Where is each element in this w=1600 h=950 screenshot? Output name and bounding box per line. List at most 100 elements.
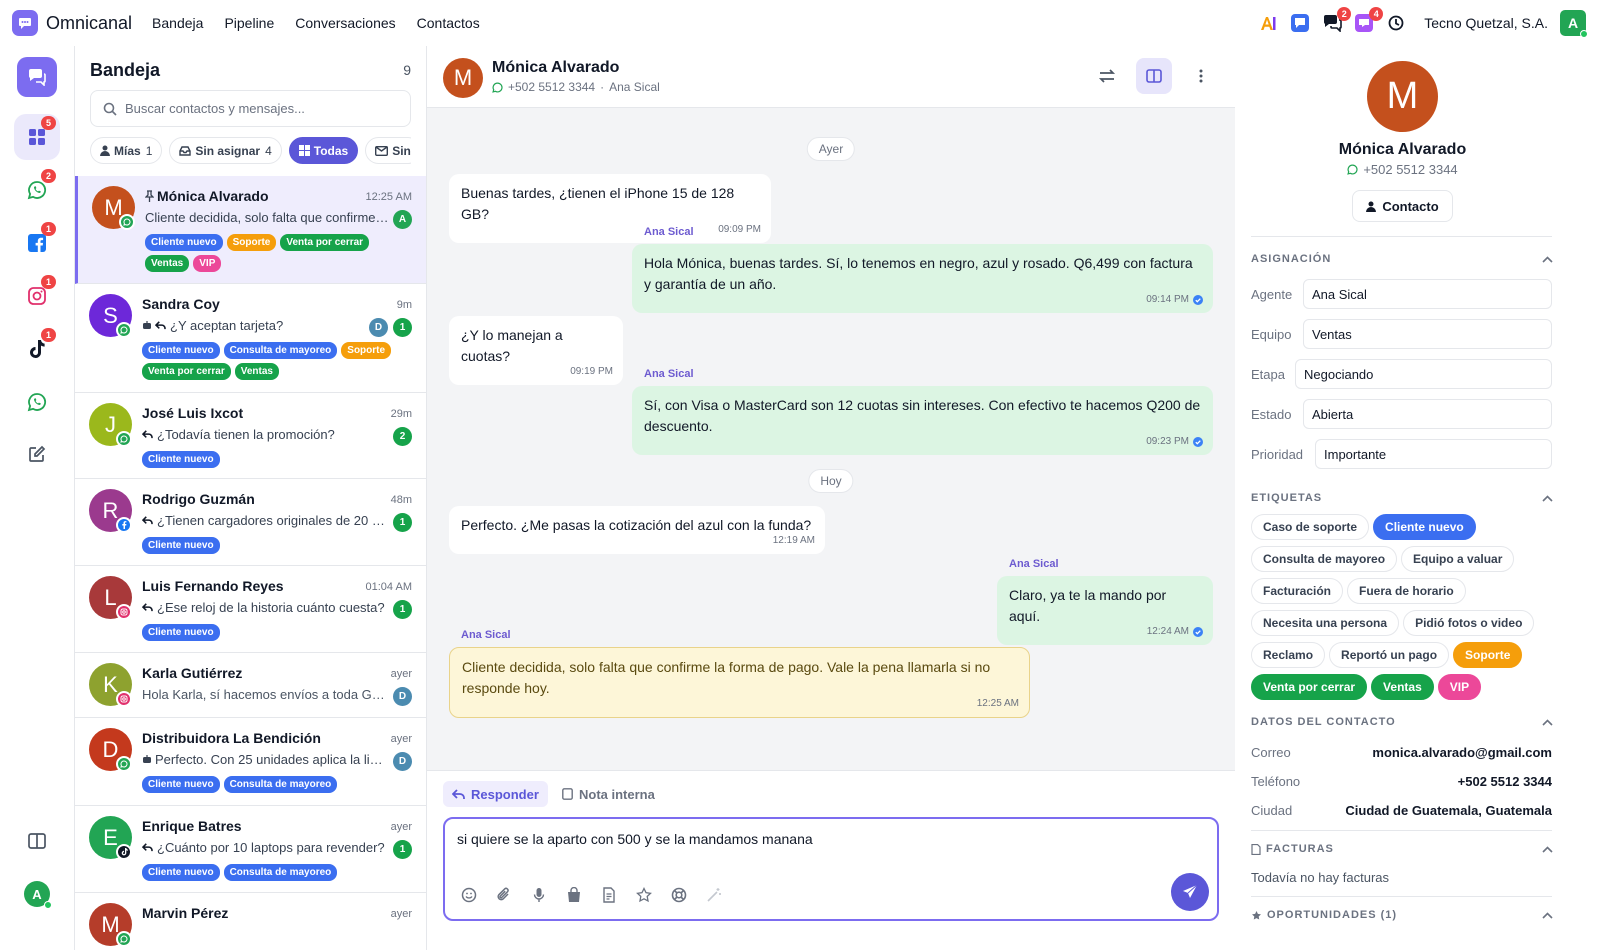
tag-toggle[interactable]: Facturación (1251, 578, 1344, 604)
conversation-item[interactable]: S Sandra Coy 9m ¿Y aceptan tarjeta? D 1 Client… (75, 284, 426, 393)
emoji-icon[interactable] (461, 887, 477, 903)
tag-toggle[interactable]: Pidió fotos o video (1403, 610, 1535, 636)
message-outgoing: Hola Mónica, buenas tardes. Sí, lo tenem… (632, 244, 1213, 313)
rail-inbox-badge: 5 (41, 116, 56, 130)
nav-bandeja[interactable]: Bandeja (152, 15, 203, 31)
ai-icon[interactable] (1258, 13, 1278, 33)
rail-facebook-button[interactable]: 1 (14, 220, 60, 266)
conversation-preview: ¿Todavía tienen la promoción? (142, 427, 387, 442)
section-assignment-header[interactable]: ASIGNACIÓN (1251, 253, 1553, 265)
toggle-sidebar-button[interactable] (1136, 58, 1172, 94)
rail-layout-button[interactable] (14, 818, 60, 864)
tab-internal-note[interactable]: Nota interna (553, 781, 664, 807)
document-icon[interactable] (601, 887, 617, 903)
conversation-item[interactable]: D Distribuidora La Bendición ayer Perfecto.… (75, 718, 426, 806)
agent-select[interactable]: Ana Sical (1303, 279, 1552, 309)
status-select[interactable]: Abierta (1303, 399, 1552, 429)
team-select[interactable]: Ventas (1303, 319, 1552, 349)
nav-pipeline[interactable]: Pipeline (224, 15, 274, 31)
user-avatar[interactable]: A (1560, 10, 1588, 38)
whatsapp-icon (116, 756, 132, 772)
swap-icon (1098, 69, 1116, 83)
invoices-empty: Todavía no hay facturas (1251, 870, 1390, 885)
clock-icon[interactable] (1386, 13, 1406, 33)
tag-toggle[interactable]: Reclamo (1251, 642, 1326, 668)
filter-mine[interactable]: Mías 1 (90, 137, 163, 164)
filter-all[interactable]: Todas (288, 137, 359, 164)
filter-unassigned[interactable]: Sin asignar 4 (169, 137, 282, 164)
priority-select[interactable]: Importante (1315, 439, 1552, 469)
tag-badge: Venta por cerrar (142, 363, 231, 380)
send-button[interactable] (1171, 873, 1209, 911)
section-invoices-header[interactable]: FACTURAS (1251, 843, 1553, 855)
conversation-preview: Hola Karla, sí hacemos envíos a toda Gua… (142, 687, 387, 702)
internal-note: Cliente decidida, solo falta que confirm… (449, 647, 1030, 718)
conversation-item[interactable]: M Marvin Pérez ayer (75, 893, 426, 950)
rail-whatsapp-button[interactable]: 2 (14, 167, 60, 213)
company-name[interactable]: Tecno Quetzal, S.A. (1424, 15, 1548, 31)
conversation-item[interactable]: J José Luis Ixcot 29m ¿Todavía tienen la pr… (75, 393, 426, 479)
messages-icon[interactable]: 2 (1322, 7, 1352, 33)
reply-icon (142, 516, 153, 525)
conversation-item[interactable]: M Mónica Alvarado 12:25 AM Cliente decidida… (75, 176, 426, 284)
transfer-button[interactable] (1089, 58, 1125, 94)
tag-toggle[interactable]: Cliente nuevo (1373, 514, 1476, 540)
search-input[interactable]: Buscar contactos y mensajes... (90, 90, 411, 127)
tab-reply[interactable]: Responder (443, 781, 548, 807)
filter-more[interactable]: Sin (365, 137, 411, 164)
chevron-up-icon (1542, 911, 1553, 919)
conversation-item[interactable]: K Karla Gutiérrez ayer Hola Karla, sí hacem… (75, 653, 426, 718)
message-input[interactable]: si quiere se la aparto con 500 y se la m… (443, 817, 1219, 921)
chat-contact-avatar[interactable]: M (443, 58, 483, 98)
conversation-item[interactable]: R Rodrigo Guzmán 48m ¿Tienen cargadores ori… (75, 479, 426, 566)
instagram-icon (28, 287, 46, 305)
section-tags-header[interactable]: ETIQUETAS (1251, 492, 1553, 504)
day-separator: Ayer (806, 137, 856, 161)
rail-chat-button[interactable] (17, 57, 57, 97)
unread-badge: 1 (393, 513, 412, 532)
rail-tiktok-button[interactable]: 1 (14, 326, 60, 372)
shopping-bag-icon[interactable] (566, 887, 582, 903)
tag-toggle[interactable]: VIP (1437, 674, 1482, 700)
microphone-icon[interactable] (531, 887, 547, 903)
tag-toggle[interactable]: Caso de soporte (1251, 514, 1370, 540)
section-contact-data-header[interactable]: DATOS DEL CONTACTO (1251, 716, 1553, 728)
contact-button[interactable]: Contacto (1352, 190, 1453, 222)
tag-toggle[interactable]: Equipo a valuar (1401, 546, 1515, 572)
tag-toggle[interactable]: Soporte (1453, 642, 1523, 668)
tag-toggle[interactable]: Reportó un pago (1329, 642, 1450, 668)
attachment-icon[interactable] (496, 887, 512, 903)
nav-conversaciones[interactable]: Conversaciones (295, 15, 395, 31)
support-chat-icon[interactable] (1290, 13, 1310, 33)
conversation-name: Sandra Coy (142, 296, 220, 312)
rail-instagram-button[interactable]: 1 (14, 273, 60, 319)
tag-toggle[interactable]: Venta por cerrar (1251, 674, 1368, 700)
tiktok-icon (30, 340, 45, 358)
tiktok-icon (116, 844, 132, 860)
whatsapp-icon (492, 81, 503, 93)
chat-contact-name[interactable]: Mónica Alvarado (492, 59, 619, 77)
tag-toggle[interactable]: Ventas (1371, 674, 1434, 700)
conversation-preview: ¿Ese reloj de la historia cuánto cuesta? (142, 600, 387, 615)
nav-contactos[interactable]: Contactos (417, 15, 480, 31)
unread-badge: 1 (393, 840, 412, 859)
tag-toggle[interactable]: Necesita una persona (1251, 610, 1400, 636)
conversation-item[interactable]: L Luis Fernando Reyes 01:04 AM ¿Ese reloj d… (75, 566, 426, 653)
conversation-preview: ¿Tienen cargadores originales de 20 W? (142, 513, 387, 528)
tag-toggle[interactable]: Fuera de horario (1347, 578, 1466, 604)
inbox-app-icon[interactable]: 4 (1354, 7, 1384, 33)
section-opportunities-header[interactable]: OPORTUNIDADES (1) (1251, 909, 1553, 921)
rail-compose-button[interactable] (14, 431, 60, 477)
rail-whatsapp-2-button[interactable] (14, 379, 60, 425)
lifebuoy-icon[interactable] (671, 887, 687, 903)
conversation-item[interactable]: E Enrique Batres ayer ¿Cuánto por 10 laptop… (75, 806, 426, 893)
star-icon[interactable] (636, 887, 652, 903)
rail-user-avatar[interactable]: A (14, 871, 60, 917)
stage-select[interactable]: Negociando (1295, 359, 1552, 389)
more-options-button[interactable] (1183, 58, 1219, 94)
magic-wand-icon[interactable] (706, 887, 722, 903)
rail-inbox-button[interactable]: 5 (14, 114, 60, 160)
whatsapp-icon (116, 431, 132, 447)
tag-toggle[interactable]: Consulta de mayoreo (1251, 546, 1398, 572)
app-logo-icon[interactable] (12, 10, 38, 36)
